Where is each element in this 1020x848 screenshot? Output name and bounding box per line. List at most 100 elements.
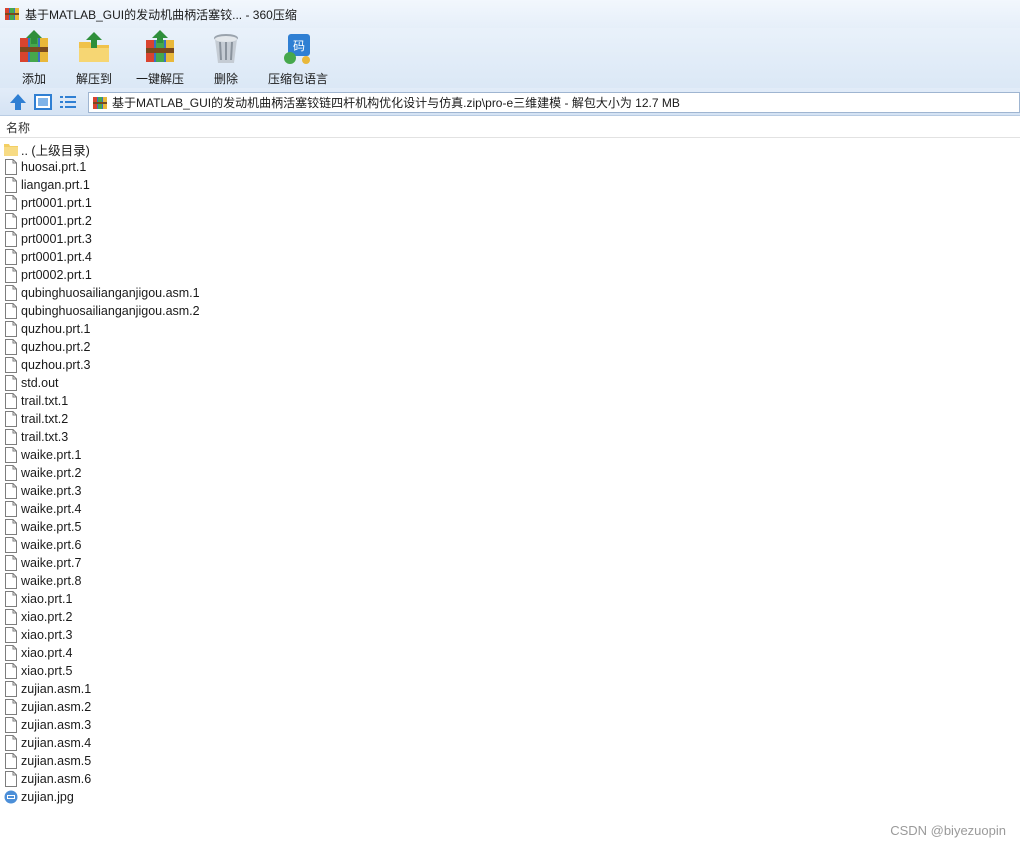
file-name: waike.prt.7 <box>21 556 82 570</box>
file-row[interactable]: prt0001.prt.3 <box>0 230 1020 248</box>
file-row[interactable]: huosai.prt.1 <box>0 158 1020 176</box>
file-icon <box>5 303 17 319</box>
archive-language-button[interactable]: 码 压缩包语言 <box>268 28 328 87</box>
file-row[interactable]: quzhou.prt.1 <box>0 320 1020 338</box>
extract-to-icon <box>79 32 109 62</box>
file-row[interactable]: zujian.asm.2 <box>0 698 1020 716</box>
file-icon <box>5 699 17 715</box>
file-icon <box>5 663 17 679</box>
file-row[interactable]: quzhou.prt.2 <box>0 338 1020 356</box>
file-row[interactable]: waike.prt.2 <box>0 464 1020 482</box>
file-icon <box>5 447 17 463</box>
one-click-extract-button[interactable]: 一键解压 <box>136 28 184 87</box>
file-row[interactable]: prt0002.prt.1 <box>0 266 1020 284</box>
file-list: .. (上级目录) huosai.prt.1 liangan.prt.1 prt000… <box>0 140 1020 830</box>
file-row[interactable]: xiao.prt.4 <box>0 644 1020 662</box>
file-name: .. (上级目录) <box>21 143 90 158</box>
file-row[interactable]: zujian.asm.5 <box>0 752 1020 770</box>
file-name: waike.prt.8 <box>21 574 82 588</box>
file-name: waike.prt.3 <box>21 484 82 498</box>
file-row[interactable]: waike.prt.8 <box>0 572 1020 590</box>
file-row[interactable]: waike.prt.6 <box>0 536 1020 554</box>
file-icon <box>5 465 17 481</box>
file-name: xiao.prt.1 <box>21 592 73 606</box>
file-row[interactable]: zujian.jpg <box>0 788 1020 806</box>
file-row[interactable]: qubinghuosailianganjigou.asm.2 <box>0 302 1020 320</box>
file-icon <box>5 483 17 499</box>
file-row[interactable]: waike.prt.7 <box>0 554 1020 572</box>
file-name: quzhou.prt.3 <box>21 358 91 372</box>
file-name: trail.txt.1 <box>21 394 69 408</box>
file-row[interactable]: waike.prt.3 <box>0 482 1020 500</box>
file-row[interactable]: waike.prt.1 <box>0 446 1020 464</box>
file-row[interactable]: prt0001.prt.1 <box>0 194 1020 212</box>
file-icon <box>5 177 17 193</box>
delete-icon <box>214 34 239 63</box>
file-name: prt0001.prt.3 <box>21 232 92 246</box>
file-name: qubinghuosailianganjigou.asm.1 <box>21 286 200 300</box>
file-name: zujian.jpg <box>21 790 74 804</box>
file-row[interactable]: liangan.prt.1 <box>0 176 1020 194</box>
parent-directory-row[interactable]: .. (上级目录) <box>0 140 1020 158</box>
file-name: qubinghuosailianganjigou.asm.2 <box>21 304 200 318</box>
file-row[interactable]: xiao.prt.2 <box>0 608 1020 626</box>
file-row[interactable]: trail.txt.2 <box>0 410 1020 428</box>
file-name: prt0002.prt.1 <box>21 268 92 282</box>
title-bar: 基于MATLAB_GUI的发动机曲柄活塞铰... - 360压缩 <box>0 0 1020 28</box>
file-row[interactable]: xiao.prt.5 <box>0 662 1020 680</box>
file-name: liangan.prt.1 <box>21 178 90 192</box>
file-icon <box>5 555 17 571</box>
file-icon <box>5 411 17 427</box>
up-arrow-icon[interactable] <box>8 92 28 112</box>
file-row[interactable]: quzhou.prt.3 <box>0 356 1020 374</box>
file-name: waike.prt.1 <box>21 448 82 462</box>
file-name: xiao.prt.4 <box>21 646 73 660</box>
file-row[interactable]: qubinghuosailianganjigou.asm.1 <box>0 284 1020 302</box>
file-icon <box>5 735 17 751</box>
list-view-icon[interactable] <box>58 92 78 112</box>
archive-language-button-label: 压缩包语言 <box>268 72 329 86</box>
file-row[interactable]: waike.prt.4 <box>0 500 1020 518</box>
file-icon <box>5 573 17 589</box>
app-archive-icon <box>5 8 19 20</box>
file-row[interactable]: xiao.prt.3 <box>0 626 1020 644</box>
file-row[interactable]: zujian.asm.4 <box>0 734 1020 752</box>
address-field[interactable]: 基于MATLAB_GUI的发动机曲柄活塞铰链四杆机构优化设计与仿真.zip\pr… <box>88 92 1020 113</box>
file-row[interactable]: prt0001.prt.2 <box>0 212 1020 230</box>
archive-icon <box>93 96 107 109</box>
file-row[interactable]: zujian.asm.6 <box>0 770 1020 788</box>
address-bar: 基于MATLAB_GUI的发动机曲柄活塞铰链四杆机构优化设计与仿真.zip\pr… <box>0 88 1020 116</box>
file-row[interactable]: std.out <box>0 374 1020 392</box>
file-name: trail.txt.2 <box>21 412 69 426</box>
file-row[interactable]: waike.prt.5 <box>0 518 1020 536</box>
file-name: zujian.asm.2 <box>21 700 92 714</box>
file-icon <box>5 285 17 301</box>
file-name: xiao.prt.3 <box>21 628 73 642</box>
file-row[interactable]: prt0001.prt.4 <box>0 248 1020 266</box>
file-icon <box>5 519 17 535</box>
file-name: prt0001.prt.4 <box>21 250 92 264</box>
file-icon <box>5 537 17 553</box>
file-row[interactable]: trail.txt.3 <box>0 428 1020 446</box>
file-name: zujian.asm.5 <box>21 754 92 768</box>
file-name: prt0001.prt.2 <box>21 214 92 228</box>
file-icon <box>5 357 17 373</box>
file-row[interactable]: xiao.prt.1 <box>0 590 1020 608</box>
file-icon <box>5 627 17 643</box>
column-name-header[interactable]: 名称 <box>6 119 30 136</box>
file-row[interactable]: trail.txt.1 <box>0 392 1020 410</box>
file-icon <box>5 609 17 625</box>
file-row[interactable]: zujian.asm.3 <box>0 716 1020 734</box>
extract-to-button[interactable]: 解压到 <box>76 28 112 87</box>
file-name: waike.prt.5 <box>21 520 82 534</box>
file-icon <box>5 753 17 769</box>
file-row[interactable]: zujian.asm.1 <box>0 680 1020 698</box>
file-icon <box>5 681 17 697</box>
file-icon <box>5 393 17 409</box>
delete-button[interactable]: 删除 <box>208 28 244 87</box>
file-icon <box>5 249 17 265</box>
folder-icon <box>4 144 18 156</box>
file-icon <box>5 339 17 355</box>
thumbnail-view-icon[interactable] <box>33 92 53 112</box>
add-button[interactable]: 添加 <box>16 28 52 87</box>
